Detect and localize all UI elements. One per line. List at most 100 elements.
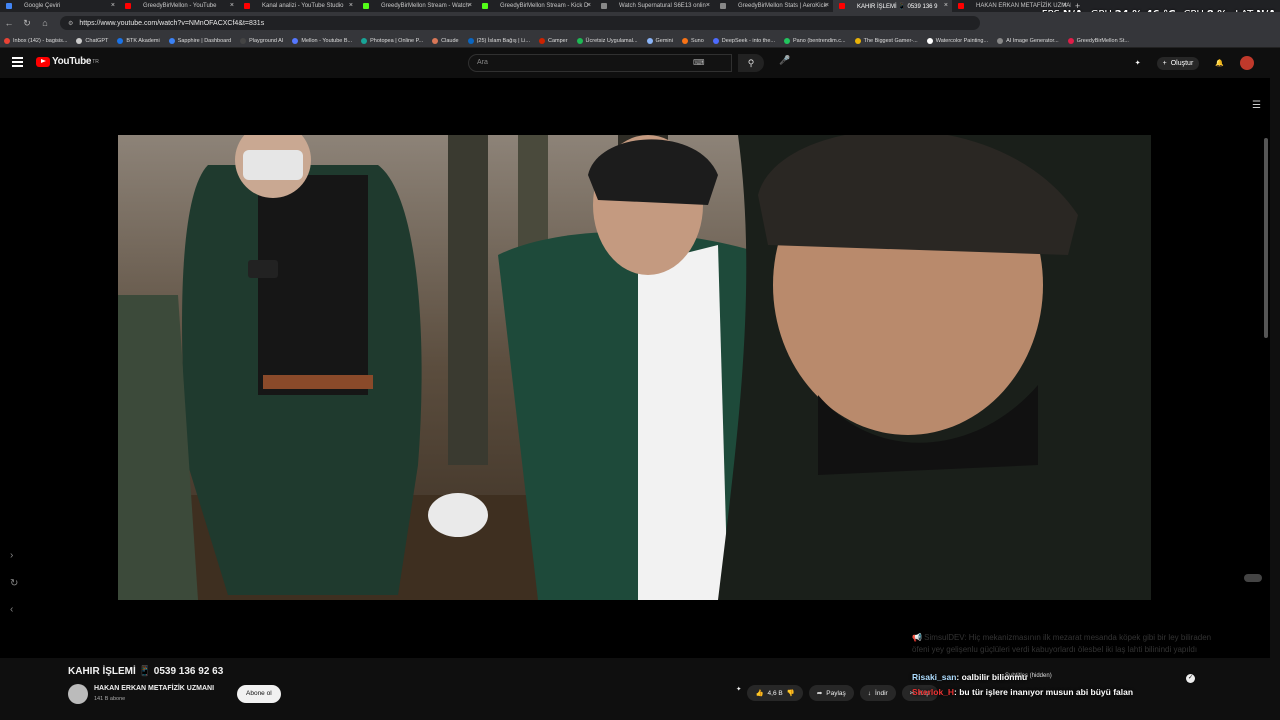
- back-icon[interactable]: ←: [0, 18, 18, 28]
- bookmark-favicon-icon: [712, 37, 719, 44]
- microphone-icon[interactable]: 🎤: [778, 55, 792, 69]
- browser-tab[interactable]: KAHIR İŞLEMİ 📱 0539 136 9 ×: [833, 0, 952, 12]
- bookmark-item[interactable]: (25) İslam Bağış | Li...: [467, 37, 530, 44]
- bookmark-favicon-icon: [4, 37, 10, 44]
- create-button[interactable]: + Oluştur: [1156, 56, 1200, 70]
- bookmark-label: Claude: [441, 37, 459, 44]
- bookmark-favicon-icon: [538, 37, 545, 44]
- bookmark-item[interactable]: Sapphire | Dashboard: [168, 37, 231, 44]
- plus-icon: +: [1162, 59, 1167, 67]
- tab-favicon-icon: [720, 3, 726, 9]
- channel-name[interactable]: HAKAN ERKAN METAFİZİK UZMANI: [94, 685, 214, 692]
- share-button[interactable]: ➦ Paylaş: [808, 685, 854, 701]
- bookmark-item[interactable]: DeepSeek - into the...: [712, 37, 775, 44]
- reload-icon[interactable]: ↻: [18, 18, 36, 29]
- bookmark-item[interactable]: Claude: [432, 37, 459, 44]
- bookmark-label: Watercolor Painting...: [935, 37, 989, 44]
- bookmark-label: DeepSeek - into the...: [721, 37, 775, 44]
- address-bar-row: ← ↻ ⌂ ⚙ https://www.youtube.com/watch?v=…: [0, 12, 1280, 34]
- tab-close-icon[interactable]: ×: [825, 2, 829, 9]
- youtube-logo[interactable]: YouTube TR: [36, 56, 99, 67]
- bookmark-item[interactable]: Camper: [538, 37, 568, 44]
- refresh-icon[interactable]: ↻: [10, 578, 18, 589]
- tab-close-icon[interactable]: ×: [230, 2, 234, 9]
- video-player[interactable]: › ↻ ‹ ☰: [0, 78, 1270, 658]
- bookmark-favicon-icon: [117, 37, 124, 44]
- video-frame[interactable]: [118, 135, 1151, 600]
- chevron-right-icon[interactable]: ›: [10, 550, 13, 561]
- like-count: 4,6 B: [767, 689, 783, 697]
- bookmark-label: Photopea | Online P...: [370, 37, 424, 44]
- bookmark-label: Gemini: [655, 37, 673, 44]
- chat-overlay: Risaki_san: oalbilir bilionmu Sherlok_H:…: [912, 670, 1133, 700]
- tab-close-icon[interactable]: ×: [468, 2, 472, 9]
- download-button[interactable]: ↓ İndir: [859, 685, 896, 701]
- tab-close-icon[interactable]: ×: [587, 2, 591, 9]
- browser-tab[interactable]: GreedyBirMellon Stats | AeroKick ×: [714, 0, 833, 12]
- share-icon: ➦: [816, 690, 823, 697]
- bookmark-item[interactable]: Mellon - Youtube B...: [292, 37, 352, 44]
- like-button[interactable]: 👍 4,6 B 👎: [747, 685, 803, 701]
- bookmark-item[interactable]: AI Image Generator...: [997, 37, 1059, 44]
- search-button[interactable]: ⚲: [738, 54, 764, 72]
- bookmark-item[interactable]: ChatGPT: [76, 37, 109, 44]
- browser-tab[interactable]: GreedyBirMellon - YouTube ×: [119, 0, 238, 12]
- bookmark-item[interactable]: The Biggest Gamer-...: [854, 37, 918, 44]
- bookmark-item[interactable]: BTK Akademi: [117, 37, 160, 44]
- bookmark-label: Suno: [690, 37, 704, 44]
- video-still: [118, 135, 1151, 600]
- bookmark-item[interactable]: Suno: [681, 37, 704, 44]
- notifications-bell-icon[interactable]: 🔔: [1215, 59, 1224, 67]
- chevron-left-icon[interactable]: ‹: [10, 604, 13, 615]
- bookmark-item[interactable]: Watercolor Painting...: [926, 37, 989, 44]
- channel-avatar[interactable]: [68, 684, 88, 704]
- tab-close-icon[interactable]: ×: [706, 2, 710, 9]
- page-scrollbar[interactable]: [1264, 138, 1268, 338]
- tab-label: GreedyBirMellon Stream - Watch: [381, 3, 469, 9]
- browser-tab[interactable]: GreedyBirMellon Stream - Kick D ×: [476, 0, 595, 12]
- browser-tab[interactable]: Watch Supernatural S6E13 onlin ×: [595, 0, 714, 12]
- tab-close-icon[interactable]: ×: [944, 2, 948, 9]
- chat-menu-icon[interactable]: ☰: [1252, 100, 1266, 112]
- bookmark-favicon-icon: [576, 37, 583, 44]
- bookmark-label: ChatGPT: [85, 37, 109, 44]
- bookmark-favicon-icon: [432, 37, 439, 44]
- browser-tab[interactable]: Google Çeviri ×: [0, 0, 119, 12]
- download-label: İndir: [875, 689, 888, 697]
- chat-text: : oalbilir bilionmu: [956, 672, 1028, 682]
- bookmark-item[interactable]: Inbox (142) - bagisis...: [4, 37, 67, 44]
- hamburger-menu-icon[interactable]: [12, 57, 23, 67]
- bookmark-item[interactable]: Ücretsiz Uygulamal...: [576, 37, 638, 44]
- bookmark-label: Camper: [547, 37, 568, 44]
- home-icon[interactable]: ⌂: [36, 18, 54, 28]
- user-avatar[interactable]: [1240, 56, 1254, 70]
- bookmark-item[interactable]: Photopea | Online P...: [361, 37, 424, 44]
- subscribe-button[interactable]: Abone ol: [237, 685, 281, 703]
- bookmarks-bar: Inbox (142) - bagisis... ChatGPT BTK Akade…: [0, 34, 1280, 48]
- keyboard-icon[interactable]: ⌨: [693, 58, 705, 67]
- bookmark-label: Pano (bentrendim.c...: [793, 37, 846, 44]
- youtube-play-icon: [36, 56, 50, 67]
- video-actions: ✦ 👍 4,6 B 👎 ➦ Paylaş ↓ İndir ✂ Klip: [736, 685, 938, 701]
- bookmark-label: (25) İslam Bağış | Li...: [476, 37, 530, 44]
- browser-tab[interactable]: Kanal analizi - YouTube Studio ×: [238, 0, 357, 12]
- bookmark-item[interactable]: Pano (bentrendim.c...: [784, 37, 846, 44]
- tab-close-icon[interactable]: ×: [111, 2, 115, 9]
- bookmark-label: GreedyBirMellon St...: [1076, 37, 1129, 44]
- url-field[interactable]: ⚙ https://www.youtube.com/watch?v=NMnOFA…: [60, 16, 980, 30]
- browser-tab[interactable]: GreedyBirMellon Stream - Watch ×: [357, 0, 476, 12]
- download-icon: ↓: [867, 689, 872, 697]
- bookmark-item[interactable]: GreedyBirMellon St...: [1067, 37, 1129, 44]
- site-info-icon[interactable]: ⚙: [68, 20, 73, 27]
- thumbs-down-icon[interactable]: 👎: [787, 689, 795, 697]
- autoplay-toggle[interactable]: [1244, 574, 1262, 582]
- bookmark-item[interactable]: Playground AI: [240, 37, 283, 44]
- bookmark-favicon-icon: [168, 37, 175, 44]
- tab-close-icon[interactable]: ×: [349, 2, 353, 9]
- bookmark-favicon-icon: [997, 37, 1004, 44]
- bookmark-favicon-icon: [784, 37, 790, 44]
- sparkle-icon[interactable]: ✦: [736, 685, 741, 701]
- cast-icon[interactable]: ✦: [1135, 59, 1141, 67]
- close-icon[interactable]: ✓: [1186, 674, 1195, 683]
- bookmark-item[interactable]: Gemini: [646, 37, 673, 44]
